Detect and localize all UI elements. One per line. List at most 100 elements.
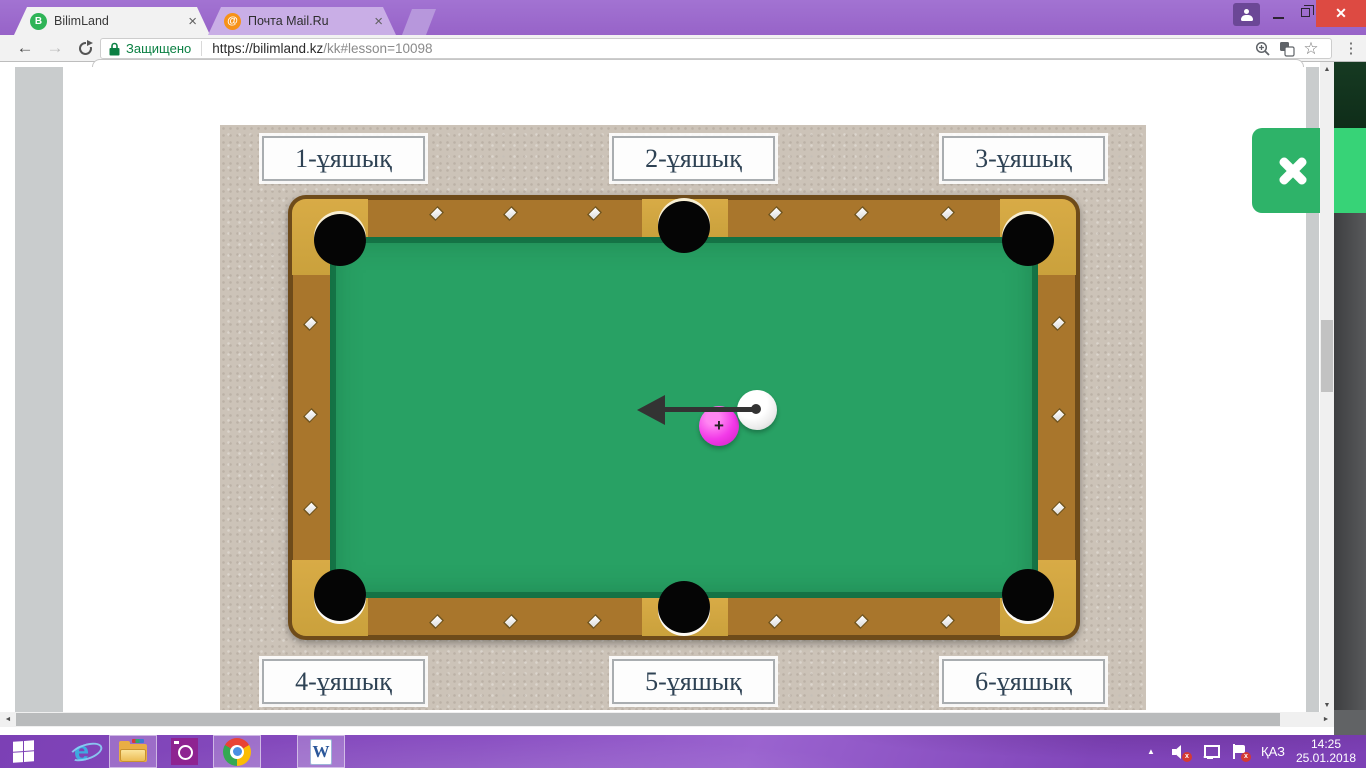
content-card-edge (92, 59, 1304, 67)
scroll-up-icon[interactable]: ▲ (1320, 62, 1334, 76)
close-icon: ✕ (1335, 5, 1347, 21)
aim-arrow-line[interactable] (663, 407, 757, 412)
chrome-menu-button[interactable]: ⋮ (1340, 37, 1362, 59)
star-icon: ☆ (1303, 38, 1319, 58)
volume-tray-button[interactable]: x (1166, 735, 1194, 768)
profile-button[interactable] (1233, 3, 1260, 26)
desktop: B BilimLand × @ Почта Mail.Ru × ✕ ← → За… (0, 0, 1366, 768)
word-icon: W (310, 738, 332, 765)
pocket-label-6: 6-ұяшық (942, 659, 1105, 704)
bilimland-favicon-icon: B (30, 13, 47, 30)
security-label: Защищено (126, 41, 192, 56)
tab-close-icon[interactable]: × (371, 13, 386, 30)
windows-logo-icon (13, 739, 35, 764)
taskbar-chrome[interactable] (213, 735, 261, 768)
pocket-label-3: 3-ұяшық (942, 136, 1105, 181)
back-button[interactable]: ← (12, 35, 38, 61)
scroll-down-icon[interactable]: ▼ (1320, 698, 1334, 712)
forward-icon: → (46, 38, 64, 57)
url-path: /kk#lesson=10098 (323, 41, 433, 56)
action-center-button[interactable]: x (1226, 735, 1254, 768)
taskbar-camera-app[interactable] (161, 735, 208, 768)
kebab-menu-icon: ⋮ (1343, 40, 1359, 57)
side-panel-footer (1334, 710, 1366, 735)
browser-toolbar: ← → Защищено https://bilimland.kz/kk#les… (0, 35, 1366, 62)
pocket-label-4: 4-ұяшық (262, 659, 425, 704)
pocket-5[interactable] (658, 581, 710, 633)
url-text[interactable]: https://bilimland.kz/kk#lesson=10098 (212, 41, 1251, 56)
rail-diamond (854, 206, 869, 221)
scroll-left-icon[interactable]: ◄ (0, 712, 16, 727)
target-ball[interactable]: + (699, 406, 739, 446)
reload-button[interactable] (72, 35, 98, 61)
chrome-icon (223, 737, 251, 766)
taskbar-file-explorer[interactable] (109, 735, 157, 768)
rail-diamond (587, 614, 602, 629)
clock-date: 25.01.2018 (1295, 751, 1357, 765)
flag-alert-icon: x (1233, 744, 1251, 762)
horizontal-scrollbar[interactable]: ◄ ► (0, 712, 1334, 727)
pocket-6[interactable] (1002, 569, 1054, 621)
tray-expand-button[interactable]: ▲ (1140, 735, 1162, 768)
network-icon (1202, 744, 1220, 759)
page-content: 1-ұяшық 2-ұяшық 3-ұяшық 4-ұяшық 5-ұяшық … (0, 59, 1366, 735)
pool-table (288, 195, 1080, 640)
folder-icon (119, 739, 147, 762)
back-icon: ← (16, 38, 34, 57)
windows-taskbar: e W ▲ x x ҚАЗ 14:25 25.01.2018 (0, 735, 1366, 768)
zoom-button[interactable] (1251, 39, 1275, 59)
translate-button[interactable] (1275, 39, 1299, 59)
horizontal-scroll-thumb[interactable] (16, 713, 1280, 726)
address-bar[interactable]: Защищено https://bilimland.kz/kk#lesson=… (100, 38, 1332, 59)
tab-mailru[interactable]: @ Почта Mail.Ru × (208, 7, 396, 35)
start-button[interactable] (0, 735, 48, 768)
pocket-4[interactable] (314, 569, 366, 621)
pocket-1[interactable] (314, 214, 366, 266)
mailru-favicon-icon: @ (224, 13, 241, 30)
tab-title: BilimLand (54, 14, 109, 28)
reload-icon (78, 39, 93, 55)
rail-diamond (1051, 408, 1066, 423)
rail-diamond (503, 206, 518, 221)
rail-diamond (303, 501, 318, 516)
crosshair-icon: + (714, 416, 724, 435)
translate-icon (1280, 41, 1295, 57)
rail-diamond (1051, 316, 1066, 331)
taskbar-clock[interactable]: 14:25 25.01.2018 (1294, 737, 1358, 767)
bookmark-button[interactable]: ☆ (1299, 39, 1323, 59)
rail-diamond (429, 206, 444, 221)
tab-close-icon[interactable]: × (185, 13, 200, 30)
language-indicator[interactable]: ҚАЗ (1256, 735, 1290, 768)
aim-arrow-head[interactable] (637, 395, 665, 425)
rail-diamond (768, 614, 783, 629)
lock-icon (109, 42, 120, 55)
new-tab-button[interactable] (402, 9, 436, 35)
taskbar-internet-explorer[interactable]: e (58, 735, 105, 768)
network-tray-button[interactable] (1196, 735, 1224, 768)
speaker-muted-icon: x (1172, 744, 1192, 762)
vertical-scroll-thumb[interactable] (1321, 320, 1333, 392)
taskbar-word[interactable]: W (297, 735, 345, 768)
rail-diamond (587, 206, 602, 221)
table-felt (330, 237, 1038, 598)
vertical-scrollbar[interactable]: ▲ ▼ (1320, 62, 1334, 712)
rail-diamond (940, 206, 955, 221)
side-panel-green (1334, 128, 1366, 213)
tab-bilimland[interactable]: B BilimLand × (14, 7, 210, 35)
person-icon (1240, 8, 1253, 21)
forward-button[interactable]: → (42, 35, 68, 61)
aim-arrow-origin (751, 404, 761, 414)
rail-diamond (303, 408, 318, 423)
pocket-label-2: 2-ұяшық (612, 136, 775, 181)
close-window-button[interactable]: ✕ (1316, 0, 1366, 27)
tray-expand-icon: ▲ (1147, 747, 1155, 756)
minimize-button[interactable] (1266, 3, 1290, 25)
tab-title: Почта Mail.Ru (248, 14, 329, 28)
pocket-2[interactable] (658, 201, 710, 253)
pocket-3[interactable] (1002, 214, 1054, 266)
restore-button[interactable] (1294, 3, 1318, 25)
rail-diamond (940, 614, 955, 629)
camera-icon (171, 738, 198, 765)
rail-diamond (1051, 501, 1066, 516)
scroll-right-icon[interactable]: ► (1318, 712, 1334, 727)
